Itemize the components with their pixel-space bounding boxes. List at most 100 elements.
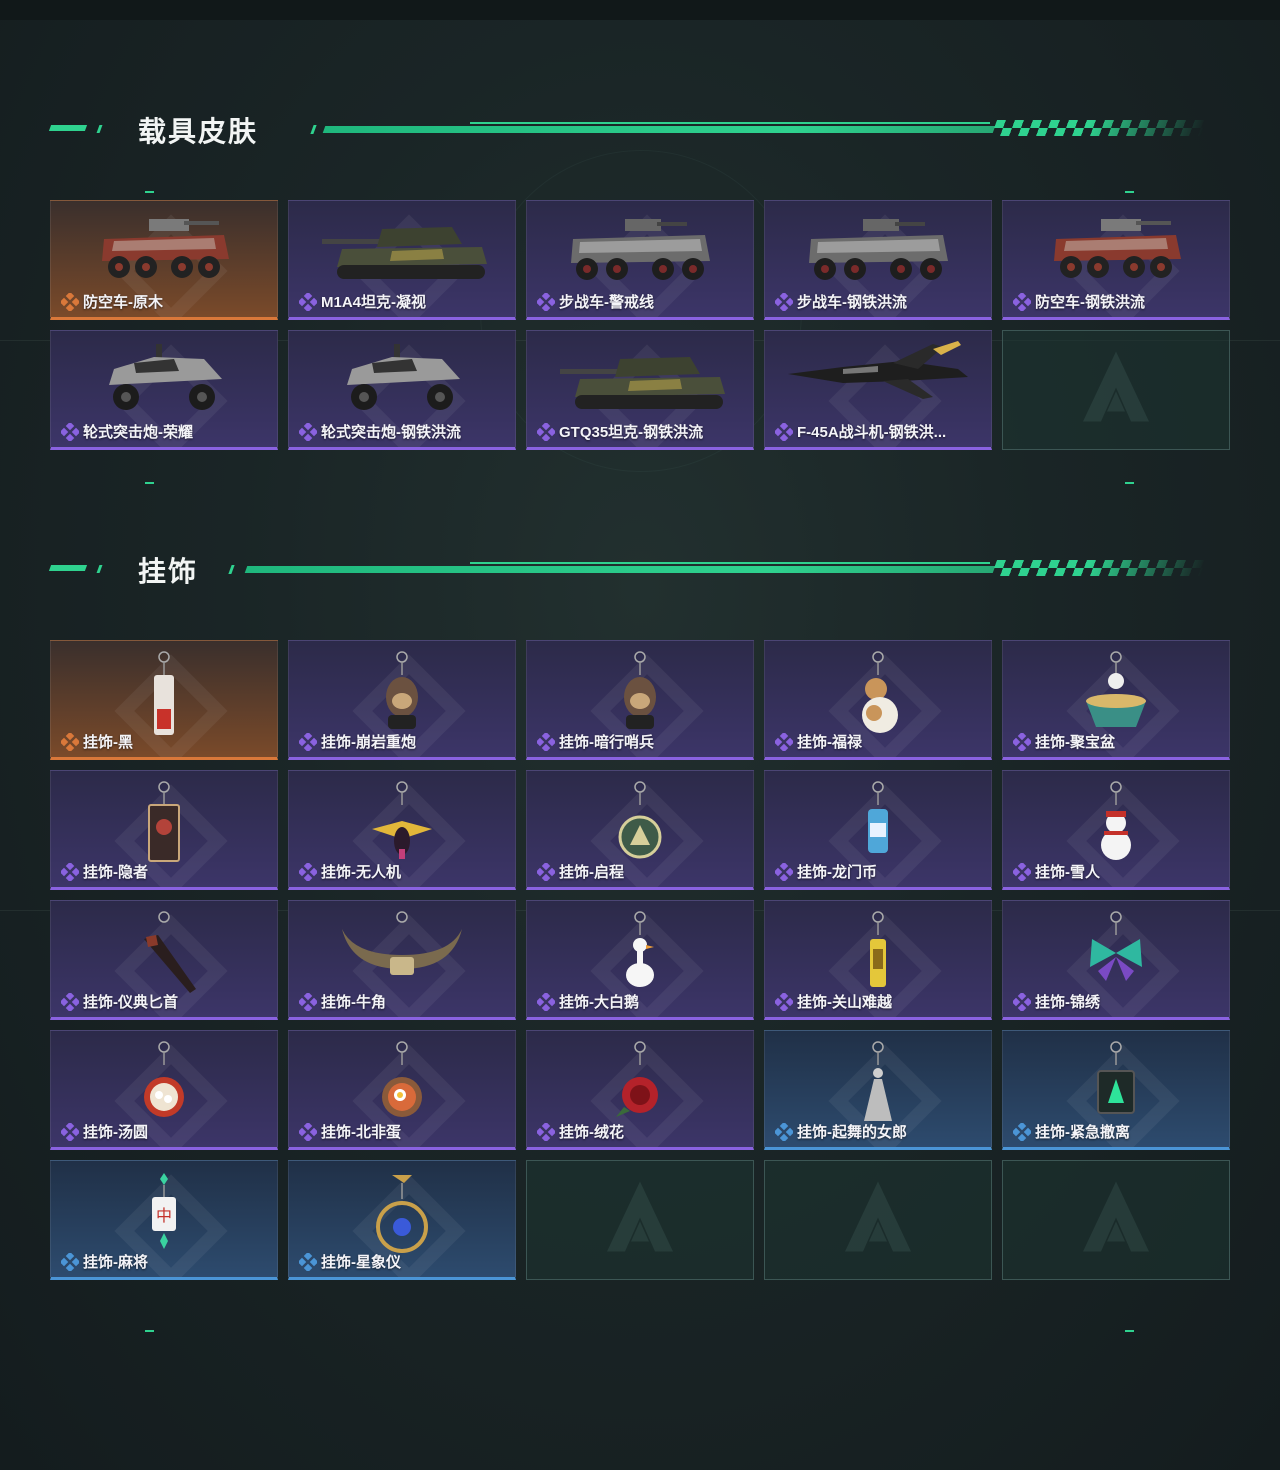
item-label: 挂饰-仪典匕首 <box>59 991 178 1012</box>
item-label: 挂饰-麻将 <box>59 1251 148 1272</box>
charms-card[interactable]: 挂饰-崩岩重炮 <box>288 640 516 760</box>
rarity-diamond-icon <box>773 291 795 312</box>
header-line <box>470 122 990 124</box>
item-label: 挂饰-紧急撤离 <box>1011 1121 1130 1142</box>
charms-card[interactable]: 挂饰-汤圆 <box>50 1030 278 1150</box>
placeholder-logo-icon <box>1081 348 1151 433</box>
item-label: 挂饰-龙门币 <box>773 861 877 882</box>
item-label: 防空车-原木 <box>59 291 163 312</box>
vehicle-8wheel-icon <box>565 209 715 294</box>
empty-slot[interactable] <box>764 1160 992 1280</box>
charms-card[interactable]: 挂饰-暗行哨兵 <box>526 640 754 760</box>
item-label: F-45A战斗机-钢铁洪... <box>773 421 947 442</box>
vehicle-card[interactable]: 轮式突击炮-钢铁洪流 <box>288 330 516 450</box>
rarity-diamond-icon <box>773 731 795 752</box>
header-accent <box>310 125 317 134</box>
charms-card[interactable]: 挂饰-无人机 <box>288 770 516 890</box>
item-name: 挂饰-仪典匕首 <box>83 994 178 1011</box>
charms-card[interactable]: 挂饰-牛角 <box>288 900 516 1020</box>
vehicle-card[interactable]: M1A4坦克-凝视 <box>288 200 516 320</box>
vehicle-card[interactable]: 防空车-原木 <box>50 200 278 320</box>
bowl-icon <box>1056 649 1176 744</box>
vehicle-section-header: 载具皮肤 <box>48 108 1207 148</box>
item-name: 挂饰-汤圆 <box>83 1124 148 1141</box>
corner-tick <box>145 191 154 193</box>
bowl-egg-icon <box>342 1039 462 1134</box>
item-name: 挂饰-锦绣 <box>1035 994 1100 1011</box>
corner-tick <box>1125 191 1134 193</box>
item-name: 挂饰-雪人 <box>1035 864 1100 881</box>
drone-icon <box>342 779 462 874</box>
charms-card[interactable]: 挂饰-仪典匕首 <box>50 900 278 1020</box>
header-line <box>322 126 996 133</box>
rarity-diamond-icon <box>59 1121 81 1142</box>
charms-card[interactable]: 挂饰-启程 <box>526 770 754 890</box>
charms-card[interactable]: 挂饰-龙门币 <box>764 770 992 890</box>
vehicle-6wheel-icon <box>94 209 234 294</box>
charms-card[interactable]: 挂饰-起舞的女郎 <box>764 1030 992 1150</box>
goose-icon <box>580 909 700 1004</box>
rarity-diamond-icon <box>297 291 319 312</box>
empty-slot[interactable] <box>1002 1160 1230 1280</box>
bar-icon <box>818 909 938 1004</box>
rarity-diamond-icon <box>535 1121 557 1142</box>
item-label: 挂饰-牛角 <box>297 991 386 1012</box>
jet-icon <box>783 339 973 414</box>
item-label: 挂饰-关山难越 <box>773 991 892 1012</box>
item-name: 挂饰-崩岩重炮 <box>321 734 416 751</box>
rarity-diamond-icon <box>535 291 557 312</box>
item-name: 挂饰-福禄 <box>797 734 862 751</box>
empty-slot[interactable] <box>526 1160 754 1280</box>
rarity-diamond-icon <box>297 421 319 442</box>
vehicle-card[interactable]: GTQ35坦克-钢铁洪流 <box>526 330 754 450</box>
item-label: 轮式突击炮-荣耀 <box>59 421 193 442</box>
charms-card[interactable]: 挂饰-雪人 <box>1002 770 1230 890</box>
rarity-diamond-icon <box>297 991 319 1012</box>
charms-card[interactable]: 挂饰-紧急撤离 <box>1002 1030 1230 1150</box>
charms-card[interactable]: 挂饰-关山难越 <box>764 900 992 1020</box>
figure-icon <box>342 649 462 744</box>
vehicle-card[interactable]: 防空车-钢铁洪流 <box>1002 200 1230 320</box>
medal-icon <box>580 779 700 874</box>
rose-icon <box>580 1039 700 1134</box>
item-name: 挂饰-龙门币 <box>797 864 877 881</box>
charms-card[interactable]: 挂饰-黑 <box>50 640 278 760</box>
item-label: 挂饰-北非蛋 <box>297 1121 401 1142</box>
item-name: 挂饰-黑 <box>83 734 133 751</box>
vehicle-card[interactable]: 步战车-警戒线 <box>526 200 754 320</box>
top-bar <box>0 0 1280 20</box>
item-name: 轮式突击炮-钢铁洪流 <box>321 424 461 441</box>
item-name: M1A4坦克-凝视 <box>321 294 427 311</box>
item-name: F-45A战斗机-钢铁洪... <box>797 424 947 441</box>
item-name: 挂饰-聚宝盆 <box>1035 734 1115 751</box>
buggy-icon <box>94 339 234 424</box>
vehicle-card[interactable]: 步战车-钢铁洪流 <box>764 200 992 320</box>
charms-card[interactable]: 挂饰-福禄 <box>764 640 992 760</box>
charms-card[interactable]: 挂饰-锦绣 <box>1002 900 1230 1020</box>
charms-card[interactable]: 挂饰-聚宝盆 <box>1002 640 1230 760</box>
item-name: 步战车-钢铁洪流 <box>797 294 907 311</box>
charms-card[interactable]: 挂饰-星象仪 <box>288 1160 516 1280</box>
item-label: 挂饰-暗行哨兵 <box>535 731 654 752</box>
item-label: 挂饰-绒花 <box>535 1121 624 1142</box>
rarity-diamond-icon <box>297 1121 319 1142</box>
item-name: 挂饰-北非蛋 <box>321 1124 401 1141</box>
vehicle-card[interactable]: 轮式突击炮-荣耀 <box>50 330 278 450</box>
placeholder-logo-icon <box>605 1178 675 1263</box>
item-name: 挂饰-暗行哨兵 <box>559 734 654 751</box>
dagger-icon <box>104 909 224 1004</box>
charms-card[interactable]: 挂饰-北非蛋 <box>288 1030 516 1150</box>
vehicle-card[interactable]: F-45A战斗机-钢铁洪... <box>764 330 992 450</box>
charms-card[interactable]: 挂饰-绒花 <box>526 1030 754 1150</box>
charms-card[interactable]: 挂饰-隐者 <box>50 770 278 890</box>
figure-icon <box>580 649 700 744</box>
orb-icon <box>342 1169 462 1264</box>
rarity-diamond-icon <box>1011 291 1033 312</box>
vehicle-6wheel-icon <box>1046 209 1186 294</box>
charms-card[interactable]: 挂饰-大白鹅 <box>526 900 754 1020</box>
item-name: 轮式突击炮-荣耀 <box>83 424 193 441</box>
item-label: 挂饰-启程 <box>535 861 624 882</box>
item-label: 挂饰-福禄 <box>773 731 862 752</box>
charms-card[interactable]: 中挂饰-麻将 <box>50 1160 278 1280</box>
empty-slot[interactable] <box>1002 330 1230 450</box>
